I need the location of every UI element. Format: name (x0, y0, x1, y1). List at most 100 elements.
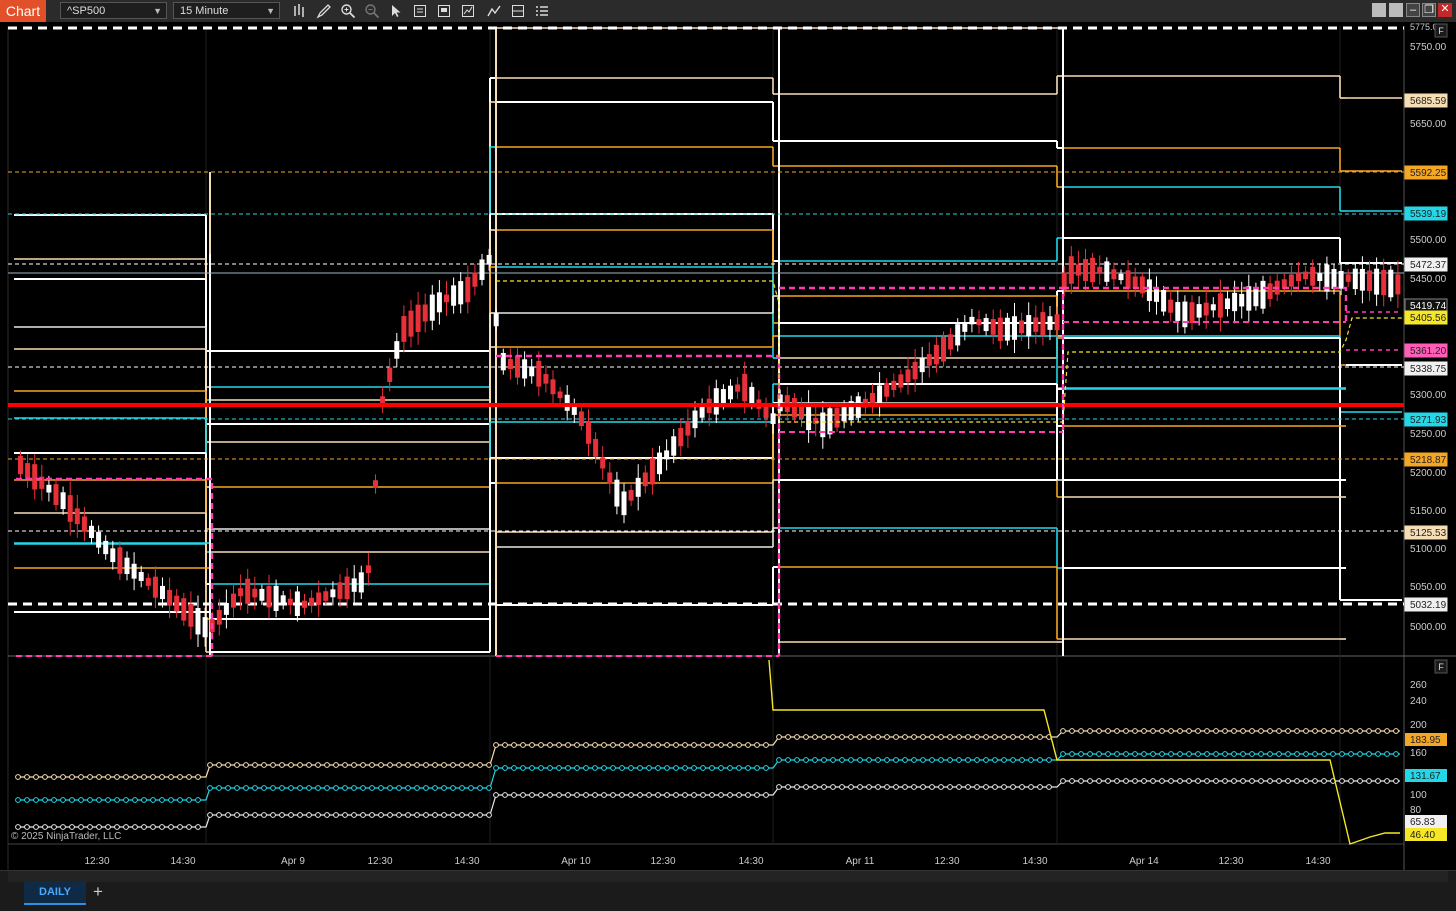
indicator-badge-text: 65.83 (1410, 817, 1435, 828)
candle-body (309, 597, 315, 606)
indicator-cyan-dot (261, 785, 267, 791)
candle-body (877, 385, 883, 404)
candle-body (152, 576, 158, 598)
indicator-tan-dot (252, 762, 258, 768)
indicator-cyan-dot (150, 797, 156, 803)
indicator-white-dot (132, 824, 138, 830)
zoom-out-icon[interactable] (364, 3, 380, 19)
indicator-tan-dot (186, 774, 192, 780)
indicator-white-dot (234, 812, 240, 818)
app-label[interactable]: Chart (0, 0, 46, 22)
indicator-cyan-dot (601, 765, 607, 771)
indicator-cyan-dot (511, 765, 517, 771)
indicator-tan-dot (1213, 728, 1219, 734)
indicator-tan-dot (261, 762, 267, 768)
indicator-tan-dot (628, 742, 634, 748)
candle-body (25, 463, 31, 479)
list-icon[interactable] (534, 3, 550, 19)
draw-pencil-icon[interactable] (316, 3, 332, 19)
horizontal-scrollbar[interactable] (8, 871, 1448, 882)
candle-body (238, 588, 244, 597)
indicator-tan-dot (387, 762, 393, 768)
candle-body (1132, 276, 1138, 289)
indicator-white-dot (186, 824, 192, 830)
candle-body (110, 548, 116, 563)
indicator-cyan-dot (423, 785, 429, 791)
indicator-tan-dot (141, 774, 147, 780)
candle-body (685, 420, 691, 436)
properties-icon[interactable] (412, 3, 428, 19)
indicator-white-dot (1177, 778, 1183, 784)
indicator-white-dot (1267, 778, 1273, 784)
indicator-white-dot (396, 812, 402, 818)
add-tab-button[interactable]: + (90, 882, 106, 902)
indicator-tan-dot (459, 762, 465, 768)
indicator-tan-dot (875, 734, 881, 740)
chart-canvas[interactable]: 5750.00 5650.00 5500.00 5450.00 5300.00 5250.… (0, 22, 1456, 870)
indicator-white-dot (24, 824, 30, 830)
strategies-icon[interactable] (486, 3, 502, 19)
time-tick-label: 14:30 (1022, 856, 1047, 867)
indicator-tan-dot (1222, 728, 1228, 734)
tab-daily[interactable]: DAILY (24, 881, 86, 905)
indicators-icon[interactable] (460, 3, 476, 19)
price-badge-text: 5361.20 (1410, 346, 1447, 357)
indicator-white-dot (830, 784, 836, 790)
indicator-white-dot (1258, 778, 1264, 784)
price-badge-text: 5125.53 (1410, 528, 1447, 539)
instrument-selector[interactable]: ^SP500 ▼ (60, 2, 167, 19)
price-badge: 5271.93 (1404, 412, 1448, 427)
indicator-white-dot (691, 792, 697, 798)
minimize-icon[interactable]: – (1406, 3, 1420, 17)
layout-icon[interactable] (510, 3, 526, 19)
candle-body (1090, 257, 1096, 283)
indicator-tan-dot (637, 742, 643, 748)
indicator-cyan-dot (432, 785, 438, 791)
indicator-cyan-dot (1303, 751, 1309, 757)
restore-icon[interactable] (1389, 3, 1403, 17)
indicator-white-dot (1087, 778, 1093, 784)
indicator-cyan-dot (718, 765, 724, 771)
indicator-cyan-dot (1267, 751, 1273, 757)
indicator-cyan-dot (691, 765, 697, 771)
candle-body (642, 472, 648, 487)
indicator-cyan-dot (839, 757, 845, 763)
indicator-cyan-dot (1339, 751, 1345, 757)
zoom-in-icon[interactable] (340, 3, 356, 19)
indicator-tick-label: 260 (1410, 680, 1427, 691)
indicator-white-dot (520, 792, 526, 798)
indicator-cyan-dot (96, 797, 102, 803)
close-icon[interactable]: ✕ (1438, 3, 1452, 17)
indicator-cyan-dot (520, 765, 526, 771)
bar-type-icon[interactable] (292, 3, 308, 19)
indicator-white-dot (1123, 778, 1129, 784)
candle-body (351, 578, 357, 592)
indicator-cyan-dot (132, 797, 138, 803)
indicator-cyan-dot (610, 765, 616, 771)
indicator-tan-dot (396, 762, 402, 768)
indicator-tan-dot (1177, 728, 1183, 734)
indicator-cyan-dot (1105, 751, 1111, 757)
pointer-icon[interactable] (388, 3, 404, 19)
candle-body (96, 531, 102, 548)
interval-selector[interactable]: 15 Minute ▼ (173, 2, 280, 19)
indicator-badge: 131.67 (1405, 769, 1447, 782)
indicator-white-dot (369, 812, 375, 818)
indicator-tan-dot (333, 762, 339, 768)
candle-body (124, 557, 130, 575)
maximize-icon[interactable]: ❐ (1422, 3, 1436, 17)
tile-icon[interactable] (1372, 3, 1386, 17)
price-badge-text: 5338.75 (1410, 364, 1447, 375)
indicator-cyan-dot (1037, 757, 1043, 763)
indicator-cyan-dot (216, 785, 222, 791)
candle-body (280, 595, 286, 606)
candle-body (791, 398, 797, 418)
candle-body (742, 373, 748, 402)
indicator-white-dot (1240, 778, 1246, 784)
indicator-white-dot (270, 812, 276, 818)
indicator-white-dot (619, 792, 625, 798)
candle-body (294, 591, 300, 617)
indicator-white-dot (486, 812, 492, 818)
indicator-white-dot (441, 812, 447, 818)
templates-icon[interactable] (436, 3, 452, 19)
